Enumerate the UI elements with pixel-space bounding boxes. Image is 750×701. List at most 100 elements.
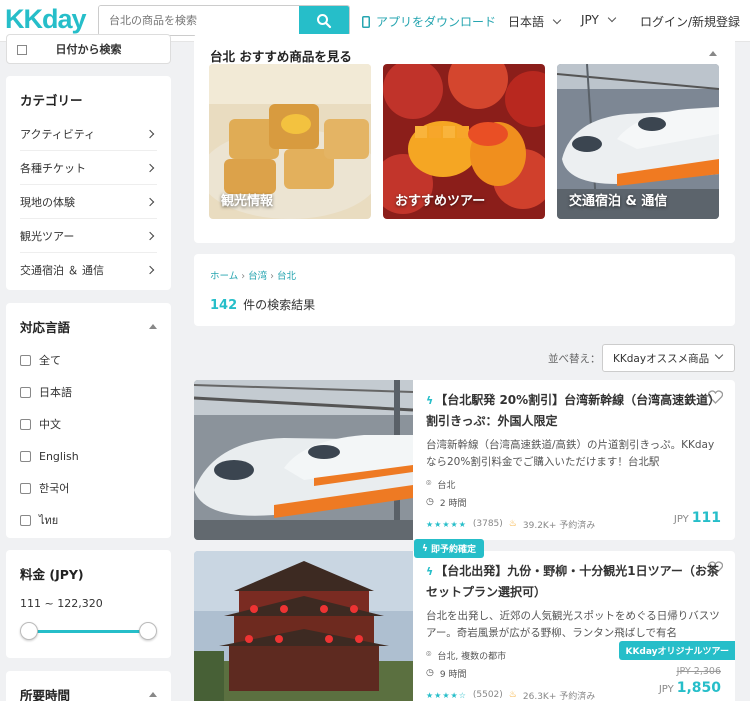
breadcrumb-taipei[interactable]: 台北 — [277, 271, 296, 282]
slider-max-handle[interactable] — [139, 622, 157, 640]
collapse-icon[interactable] — [149, 692, 157, 697]
category-label: 現地の体験 — [20, 195, 75, 209]
recommend-tile-tours[interactable]: おすすめツアー — [383, 64, 545, 219]
chevron-right-icon — [145, 129, 155, 138]
sort-value: KKdayオススメ商品 — [613, 352, 710, 365]
location-text: 台北 — [437, 480, 456, 491]
language-option-label: 中文 — [39, 418, 61, 431]
breadcrumb-taiwan[interactable]: 台湾 — [248, 271, 267, 282]
price-currency: JPY — [673, 514, 689, 525]
currency-dropdown[interactable]: JPY — [581, 13, 617, 27]
language-option-ja[interactable]: 日本語 — [20, 376, 157, 408]
price-slider[interactable] — [20, 622, 157, 642]
language-option-ko[interactable]: 한국어 — [20, 472, 157, 504]
badge-text: 即予約確定 — [430, 545, 476, 555]
product-image-train — [194, 380, 413, 540]
checkbox[interactable] — [20, 514, 31, 526]
chevron-right-icon — [145, 163, 155, 172]
recommend-tile-sightseeing[interactable]: 観光情報 — [209, 64, 371, 219]
date-search-button[interactable]: 日付から検索 — [6, 34, 171, 64]
search-button[interactable] — [299, 6, 349, 35]
product-price: JPY 1,850 — [659, 680, 721, 696]
review-count: (5502) — [472, 690, 503, 700]
product-card[interactable]: ϟ 【台北駅発 20%割引】台湾新幹線（台湾高速鉄道）割引きっぷ：外国人限定 台湾… — [194, 380, 735, 540]
recommend-panel: 台北 おすすめ商品を見る 観光情報 おすすめツアー 交通宿泊 & 通信 — [194, 34, 735, 243]
chevron-right-icon — [145, 197, 155, 206]
language-option-label: ไทย — [39, 514, 59, 527]
recommend-tile-transport[interactable]: 交通宿泊 & 通信 — [557, 64, 719, 219]
product-title[interactable]: ϟ 【台北駅発 20%割引】台湾新幹線（台湾高速鉄道）割引きっぷ：外国人限定 — [426, 390, 722, 431]
category-item-tickets[interactable]: 各種チケット — [20, 151, 157, 185]
clock-icon: ◷ — [426, 668, 434, 678]
original-tour-badge: KKdayオリジナルツアー — [619, 641, 735, 660]
breadcrumb-home[interactable]: ホーム — [210, 271, 238, 282]
checkbox[interactable] — [20, 450, 31, 462]
language-option-all[interactable]: 全て — [20, 344, 157, 376]
price-currency: JPY — [658, 684, 674, 695]
product-card[interactable]: ϟ 【台北出発】九份・野柳・十分観光1日ツアー（お茶セットプラン選択可） 台北を出… — [194, 551, 735, 701]
chevron-right-icon — [145, 231, 155, 240]
result-count-number: 142 — [210, 298, 238, 313]
product-duration: ◷ 2 時間 — [426, 493, 722, 511]
category-label: 交通宿泊 ＆ 通信 — [20, 264, 104, 277]
product-description: 台北を出発し、近郊の人気観光スポットをめぐる日帰りバスツアー。奇岩風景が広がる野… — [426, 610, 720, 639]
language-option-zh[interactable]: 中文 — [20, 408, 157, 440]
duration-panel: 所要時間 — [6, 671, 171, 701]
lightning-icon: ϟ — [426, 394, 434, 407]
language-option-en[interactable]: English — [20, 440, 157, 472]
booked-count: 26.3K+ 予約済み — [522, 691, 596, 701]
app-download-label: アプリをダウンロード — [376, 15, 497, 29]
category-panel: カテゴリー アクティビティ 各種チケット 現地の体験 観光ツアー 交通宿泊 ＆ … — [6, 76, 171, 290]
search-input[interactable] — [99, 6, 299, 35]
collapse-icon[interactable] — [709, 51, 717, 56]
checkbox[interactable] — [20, 418, 31, 430]
star-rating-icons: ★★★★★ — [426, 519, 467, 529]
category-item-tours[interactable]: 観光ツアー — [20, 219, 157, 253]
checkbox[interactable] — [20, 482, 31, 494]
price-value: 111 — [691, 510, 721, 526]
app-download-link[interactable]: アプリをダウンロード — [362, 13, 496, 30]
result-count: 142 件の検索結果 — [210, 296, 315, 313]
duration-text: 9 時間 — [439, 669, 467, 680]
product-title-text: 【台北駅発 20%割引】台湾新幹線（台湾高速鉄道）割引きっぷ：外国人限定 — [426, 393, 721, 428]
category-label: アクティビティ — [20, 127, 96, 141]
login-link[interactable]: ログイン/新規登録 — [640, 13, 740, 30]
location-text: 台北, 複数の都市 — [437, 651, 507, 662]
category-label: 観光ツアー — [20, 229, 75, 243]
slider-min-handle[interactable] — [20, 622, 38, 640]
language-filter-title: 対応言語 — [20, 320, 71, 335]
category-item-activity[interactable]: アクティビティ — [20, 117, 157, 151]
language-option-th[interactable]: ไทย — [20, 504, 157, 536]
chevron-down-icon — [714, 350, 724, 360]
sort-dropdown[interactable]: KKdayオススメ商品 — [602, 344, 735, 372]
kkday-logo[interactable]: KKday — [5, 4, 87, 35]
date-search-label: 日付から検索 — [55, 43, 122, 56]
price-range-text: 111 ~ 122,320 — [20, 597, 103, 610]
clock-icon: ◷ — [426, 497, 434, 507]
original-price: JPY 2,306 — [676, 666, 721, 677]
collapse-icon[interactable] — [149, 324, 157, 329]
category-item-transport[interactable]: 交通宿泊 ＆ 通信 — [20, 253, 157, 287]
search-bar — [98, 5, 350, 36]
booked-count: 39.2K+ 予約済み — [522, 520, 596, 531]
product-image-jiufen — [194, 551, 413, 701]
review-count: (3785) — [472, 519, 503, 529]
product-title-text: 【台北出発】九份・野柳・十分観光1日ツアー（お茶セットプラン選択可） — [426, 564, 719, 599]
price-panel: 料金 (JPY) 111 ~ 122,320 — [6, 550, 171, 658]
language-option-label: 全て — [39, 354, 61, 367]
slider-track — [26, 630, 151, 633]
category-item-experience[interactable]: 現地の体験 — [20, 185, 157, 219]
phone-icon — [362, 15, 370, 28]
product-title[interactable]: ϟ 【台北出発】九份・野柳・十分観光1日ツアー（お茶セットプラン選択可） — [426, 561, 722, 602]
chevron-right-icon — [145, 265, 155, 275]
checkbox[interactable] — [20, 354, 31, 366]
product-description: 台湾新幹線（台湾高速鉄道/高鉄）の片道割引きっぷ。KKdayなら20%割引料金で… — [426, 439, 715, 468]
login-label: ログイン/新規登録 — [640, 15, 741, 29]
lightning-icon: ϟ — [426, 565, 434, 578]
language-dropdown[interactable]: 日本語 — [508, 13, 562, 30]
star-rating-icons: ★★★★☆ — [426, 690, 467, 700]
search-icon — [317, 13, 332, 28]
tile-label: おすすめツアー — [395, 194, 486, 209]
chevron-down-icon — [552, 15, 562, 24]
checkbox[interactable] — [20, 386, 31, 398]
